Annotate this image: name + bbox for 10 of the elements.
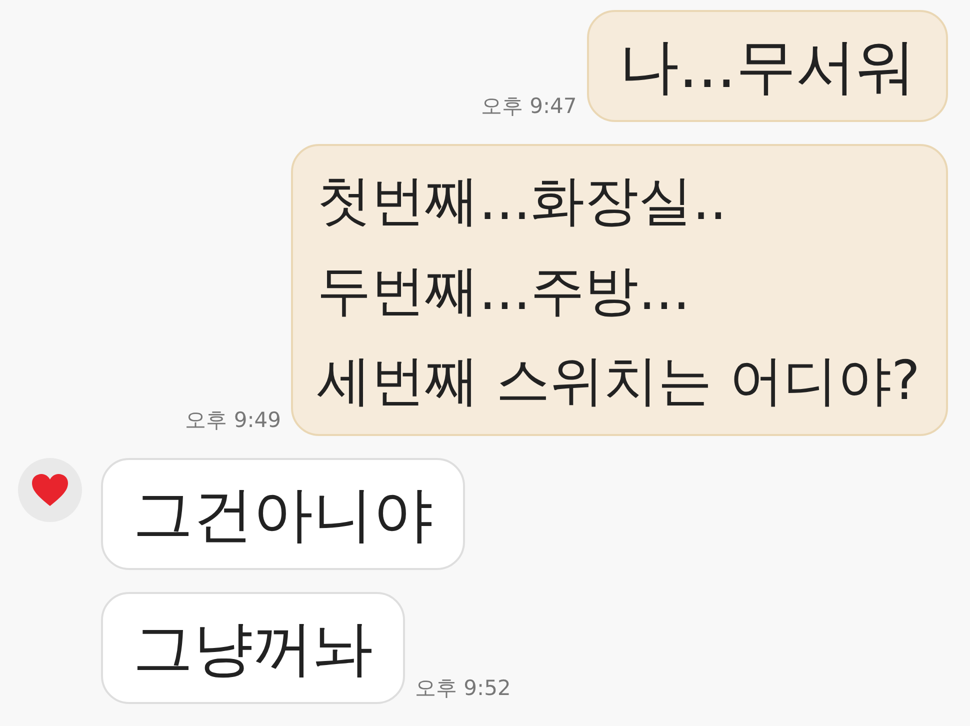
- message-text: 두번째...주방...: [317, 258, 691, 324]
- timestamp: 오후 9:47: [480, 93, 577, 120]
- message-text: 그냥꺼놔: [133, 616, 373, 682]
- message-text: 나...무서워: [618, 34, 916, 100]
- message-text: 세번째 스위치는 어디야?: [317, 348, 920, 414]
- message-text: 그건아니야: [133, 482, 433, 548]
- heart-icon: [31, 473, 69, 507]
- message-text: 첫번째...화장실..: [317, 168, 728, 234]
- timestamp: 오후 9:52: [415, 675, 511, 702]
- timestamp: 오후 9:49: [185, 407, 281, 434]
